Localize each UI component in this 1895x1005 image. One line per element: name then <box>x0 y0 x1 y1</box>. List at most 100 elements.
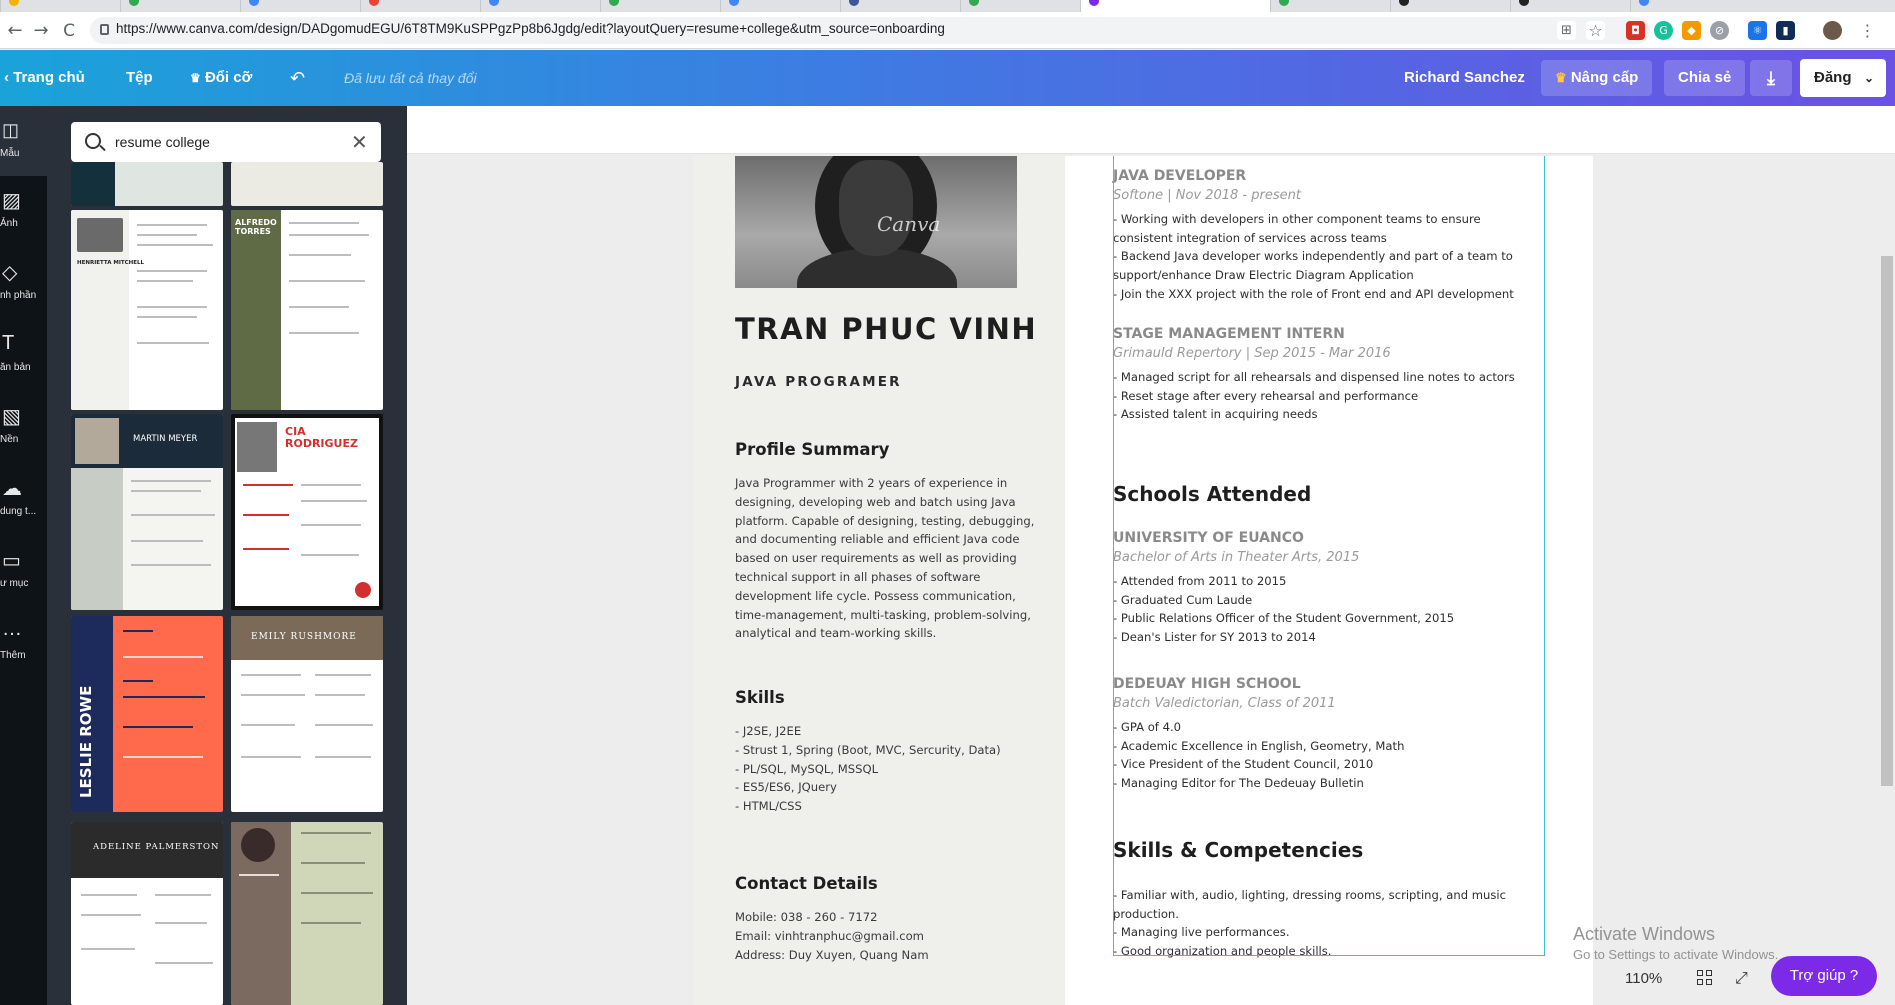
browser-tab[interactable] <box>1630 0 1750 12</box>
translate-icon[interactable]: ⊞ <box>1557 21 1576 40</box>
rail-item-elements[interactable]: ◇ nh phần <box>0 258 47 328</box>
selection-box[interactable] <box>1113 156 1545 956</box>
resize-button[interactable]: ♛ Đổi cỡ <box>190 50 252 106</box>
resume-role[interactable]: JAVA PROGRAMER <box>735 374 902 390</box>
extension-icon[interactable]: ◘ <box>1626 21 1645 40</box>
template-name: EMILY RUSHMORE <box>251 632 357 642</box>
browser-tab[interactable] <box>0 0 120 12</box>
shapes-icon: ◇ <box>2 262 18 284</box>
contact-details[interactable]: Mobile: 038 - 260 - 7172 Email: vinhtran… <box>735 908 1045 964</box>
text-line: time-management, multi-tasking, problem-… <box>735 607 1031 622</box>
crown-icon: ♛ <box>190 71 201 85</box>
browser-address-bar: ← → C https://www.canva.com/design/DADgo… <box>0 12 1895 49</box>
browser-tab[interactable] <box>840 0 960 12</box>
user-name[interactable]: Richard Sanchez <box>1404 50 1525 106</box>
resume-name[interactable]: TRAN PHUC VINH <box>735 312 1037 346</box>
resume-left-column: Canva TRAN PHUC VINH JAVA PROGRAMER Prof… <box>693 156 1065 1005</box>
template-thumbnail[interactable]: MARTIN MEYER <box>71 414 223 610</box>
rail-item-photos[interactable]: ▨ Ảnh <box>0 186 47 256</box>
browser-tab-strip <box>0 0 1895 12</box>
browser-tab[interactable] <box>1390 0 1510 12</box>
rail-item-more[interactable]: … Thêm <box>0 618 47 688</box>
grammarly-icon[interactable]: G <box>1654 21 1673 40</box>
home-label: Trang chủ <box>13 69 85 86</box>
share-button[interactable]: Chia sẻ <box>1664 60 1746 96</box>
template-thumbnail[interactable] <box>231 822 383 1005</box>
template-name: HENRIETTA MITCHELL <box>77 260 145 266</box>
extension-icon[interactable]: ▮ <box>1776 21 1795 40</box>
template-thumbnail[interactable]: ALFREDO TORRES <box>231 210 383 410</box>
reload-icon[interactable]: C <box>56 18 82 44</box>
template-thumbnail[interactable]: EMILY RUSHMORE <box>231 616 383 812</box>
undo-icon[interactable]: ↶ <box>290 50 305 106</box>
contact-heading[interactable]: Contact Details <box>735 874 878 893</box>
vertical-scrollbar[interactable] <box>1881 256 1893 786</box>
lock-icon <box>100 24 109 35</box>
home-button[interactable]: ‹ Trang chủ <box>4 50 85 106</box>
zoom-level[interactable]: 110% <box>1625 970 1662 987</box>
skills-heading[interactable]: Skills <box>735 688 785 707</box>
canva-watermark: Canva <box>877 212 941 236</box>
extension-icon[interactable]: ◆ <box>1682 21 1701 40</box>
rail-item-templates[interactable]: ◫ Mẫu <box>0 106 47 176</box>
rail-item-background[interactable]: ▧ Nền <box>0 402 47 472</box>
search-icon <box>85 133 101 149</box>
browser-tab[interactable] <box>360 0 480 12</box>
upgrade-label: Nâng cấp <box>1570 69 1639 86</box>
profile-photo[interactable]: Canva <box>735 156 1017 288</box>
back-icon[interactable]: ← <box>2 18 28 44</box>
template-thumbnail[interactable]: CIA RODRIGUEZ <box>231 414 383 610</box>
fullscreen-icon[interactable]: ⤢ <box>1735 968 1748 988</box>
grid-view-icon[interactable] <box>1697 970 1713 986</box>
list-item: - Strust 1, Spring (Boot, MVC, Sercurity… <box>735 742 1001 757</box>
templates-icon: ◫ <box>2 120 20 140</box>
template-thumbnail[interactable] <box>71 162 223 206</box>
bookmark-star-icon[interactable]: ☆ <box>1586 21 1605 40</box>
extension-icon[interactable]: ⚛ <box>1748 21 1767 40</box>
browser-tab[interactable] <box>240 0 360 12</box>
browser-tab-active[interactable] <box>1080 0 1270 12</box>
skills-list[interactable]: - J2SE, J2EE - Strust 1, Spring (Boot, M… <box>735 722 1045 816</box>
template-thumbnail[interactable]: ADELINE PALMERSTON <box>71 822 223 1005</box>
url-bar[interactable]: https://www.canva.com/design/DADgomudEGU… <box>90 17 1650 44</box>
browser-tab[interactable] <box>1510 0 1630 12</box>
rail-item-folders[interactable]: ▭ ư mục <box>0 546 47 616</box>
publish-button[interactable]: Đăng ⌄ <box>1800 59 1886 97</box>
extension-icon[interactable]: ⊘ <box>1710 21 1729 40</box>
file-menu-button[interactable]: Tệp <box>126 50 153 106</box>
close-icon[interactable]: ✕ <box>351 130 368 154</box>
upgrade-button[interactable]: ♛ Nâng cấp <box>1541 60 1653 96</box>
publish-label: Đăng <box>1814 69 1852 86</box>
template-thumbnail[interactable]: LESLIE ROWE <box>71 616 223 812</box>
text-line: Java Programmer with 2 years of experien… <box>735 476 1008 490</box>
search-input[interactable] <box>115 122 335 162</box>
profile-avatar[interactable] <box>1823 21 1842 40</box>
browser-tab[interactable] <box>720 0 840 12</box>
help-button[interactable]: Trợ giúp ? <box>1771 956 1877 996</box>
save-status: Đã lưu tất cả thay đổi <box>344 70 477 86</box>
browser-tab[interactable] <box>480 0 600 12</box>
browser-tab[interactable] <box>960 0 1080 12</box>
windows-activation-watermark: Activate Windows Go to Settings to activ… <box>1573 924 1778 962</box>
template-thumbnail[interactable]: HENRIETTA MITCHELL <box>71 210 223 410</box>
browser-menu-icon[interactable]: ⋮ <box>1858 21 1877 40</box>
image-icon: ▨ <box>2 190 21 212</box>
browser-tab[interactable] <box>600 0 720 12</box>
chevron-left-icon: ‹ <box>4 69 9 86</box>
rail-label: Mẫu <box>0 148 20 159</box>
browser-tab[interactable] <box>1270 0 1390 12</box>
rail-label: Thêm <box>0 650 26 661</box>
rail-item-uploads[interactable]: ☁ dung t... <box>0 474 47 544</box>
text-line: technical support in all phases of softw… <box>735 569 981 584</box>
download-icon[interactable]: ⤓ <box>1750 60 1792 96</box>
design-page[interactable]: Canva TRAN PHUC VINH JAVA PROGRAMER Prof… <box>693 156 1593 1005</box>
rail-item-text[interactable]: T ăn bản <box>0 330 47 400</box>
profile-summary[interactable]: Java Programmer with 2 years of experien… <box>735 474 1045 643</box>
forward-icon[interactable]: → <box>28 18 54 44</box>
profile-heading[interactable]: Profile Summary <box>735 440 889 459</box>
template-thumbnail[interactable] <box>231 162 383 206</box>
more-icon: … <box>2 618 22 640</box>
list-item: - ES5/ES6, JQuery <box>735 780 837 795</box>
browser-tab[interactable] <box>120 0 240 12</box>
rail-label: Ảnh <box>0 218 18 229</box>
